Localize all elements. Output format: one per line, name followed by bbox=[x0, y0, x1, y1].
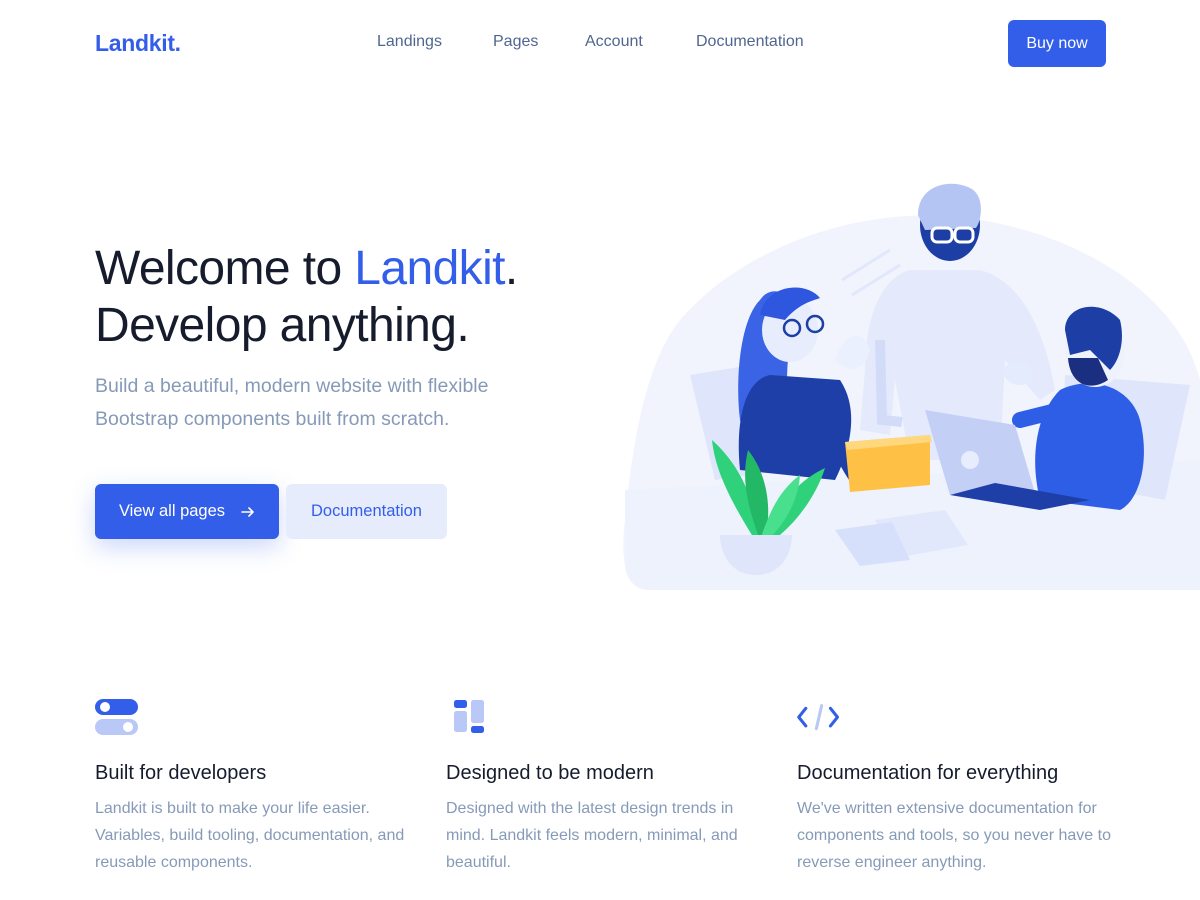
layout-blocks-icon bbox=[454, 700, 484, 733]
feature-title: Built for developers bbox=[95, 762, 267, 784]
feature-text: Landkit is built to make your life easie… bbox=[95, 800, 405, 871]
documentation-button[interactable]: Documentation bbox=[286, 484, 447, 539]
feature-developers: Built for developers Landkit is built to… bbox=[95, 696, 415, 876]
man-body bbox=[1035, 383, 1144, 510]
feature-title: Documentation for everything bbox=[797, 762, 1059, 784]
hero-illustration bbox=[623, 183, 1200, 590]
laptop-logo bbox=[961, 451, 979, 469]
hero-title: Welcome to Landkit. Develop anything. bbox=[95, 240, 518, 354]
view-all-pages-button[interactable]: View all pages bbox=[95, 484, 279, 539]
feature-text: Designed with the latest design trends i… bbox=[446, 800, 738, 871]
brand-logo[interactable]: Landkit. bbox=[95, 30, 181, 57]
hero-title-suffix: . bbox=[504, 242, 518, 295]
nav-link-documentation[interactable]: Documentation bbox=[696, 33, 804, 51]
code-brackets-icon bbox=[797, 704, 840, 731]
standing-person-hair bbox=[918, 183, 981, 230]
hero-title-line2: Develop anything. bbox=[95, 299, 470, 352]
hero-lead: Build a beautiful, modern website with f… bbox=[95, 375, 489, 430]
feature-text: We've written extensive documentation fo… bbox=[797, 800, 1111, 871]
buy-now-button[interactable]: Buy now bbox=[1008, 20, 1106, 67]
navbar: Landkit. Landings Pages Account Document… bbox=[0, 0, 1200, 88]
hero-title-accent: Landkit bbox=[354, 242, 505, 295]
toggles-icon bbox=[95, 699, 138, 735]
feature-documentation: Documentation for everything We've writt… bbox=[797, 696, 1117, 876]
man-arm bbox=[1012, 402, 1068, 428]
hero-title-prefix: Welcome to bbox=[95, 242, 355, 295]
view-all-pages-label: View all pages bbox=[118, 502, 226, 520]
nav-link-landings[interactable]: Landings bbox=[377, 33, 442, 51]
nav-link-account[interactable]: Account bbox=[585, 33, 643, 51]
feature-title: Designed to be modern bbox=[446, 762, 654, 784]
nav-link-pages[interactable]: Pages bbox=[493, 33, 538, 51]
feature-modern: Designed to be modern Designed with the … bbox=[446, 696, 766, 876]
arrow-right-icon bbox=[241, 506, 254, 517]
